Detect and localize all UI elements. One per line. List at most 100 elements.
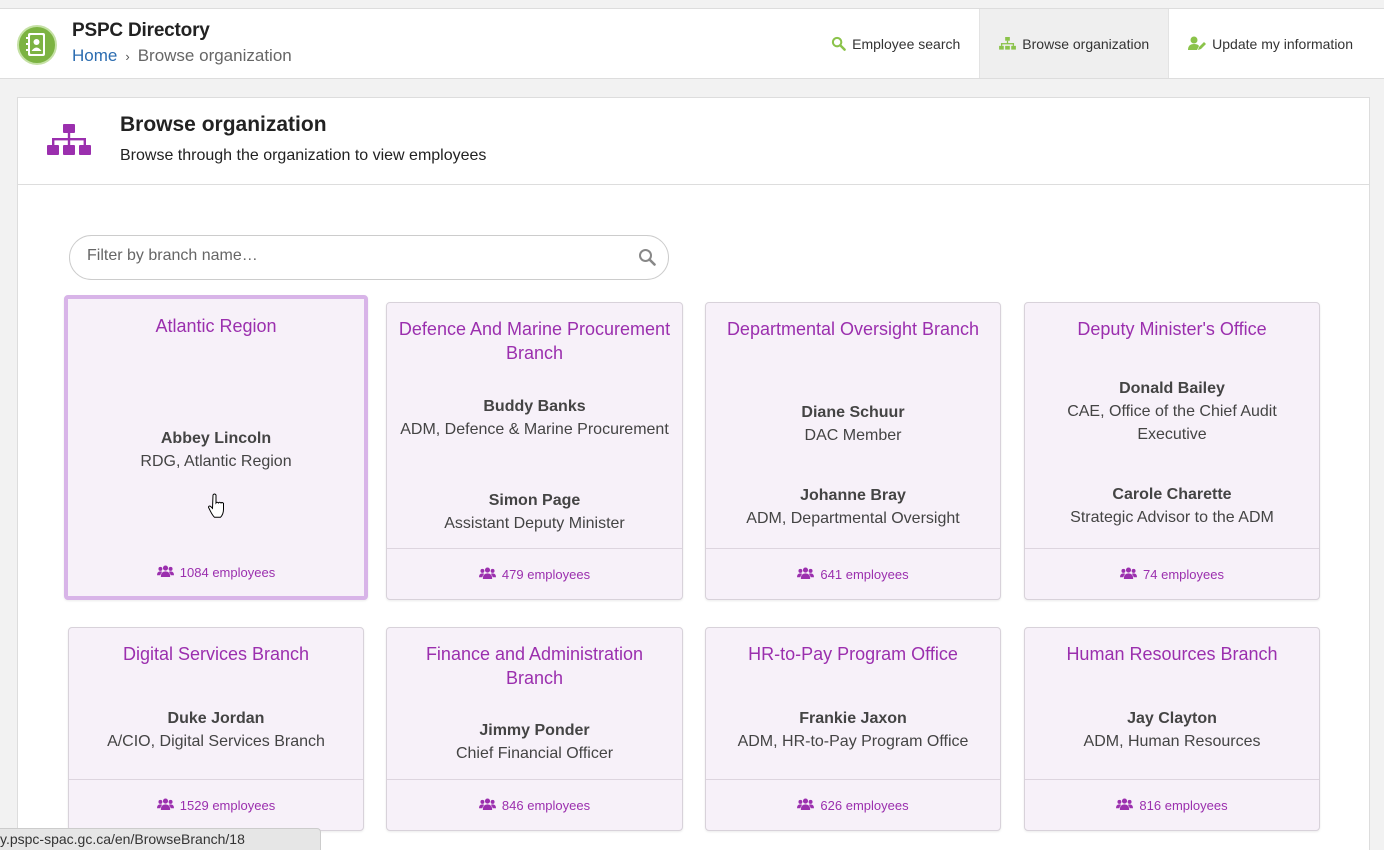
branch-contact: Carole Charette Strategic Advisor to the… (1031, 483, 1313, 529)
employee-count-label[interactable]: 74 employees (1143, 567, 1224, 582)
contact-role: DAC Member (804, 427, 902, 444)
contact-role: CAE, Office of the Chief Audit Executive (1067, 403, 1277, 443)
page-subtitle: Browse through the organization to view … (120, 147, 487, 164)
branch-contact: Frankie Jaxon ADM, HR-to-Pay Program Off… (712, 707, 994, 753)
branch-card-defence-marine[interactable]: Defence And Marine Procurement Branch Bu… (386, 302, 683, 600)
employee-count-label[interactable]: 816 employees (1139, 798, 1227, 813)
breadcrumb-home-link[interactable]: Home (72, 46, 117, 66)
panel-header: Browse organization Browse through the o… (18, 98, 1369, 185)
status-bar-url: y.pspc-spac.gc.ca/en/BrowseBranch/18 (0, 828, 321, 850)
hand-cursor-icon (207, 493, 226, 524)
app-header: PSPC Directory Home › Browse organizatio… (0, 8, 1384, 79)
contact-role: ADM, Departmental Oversight (746, 510, 960, 527)
employee-count: 1084 employees (68, 548, 364, 596)
users-icon (1120, 566, 1138, 582)
employee-count-label[interactable]: 1529 employees (180, 798, 275, 813)
branch-title[interactable]: Atlantic Region (76, 314, 356, 338)
org-chart-icon (999, 36, 1017, 51)
branch-title[interactable]: HR-to-Pay Program Office (714, 642, 992, 666)
contact-name[interactable]: Johanne Bray (712, 484, 994, 507)
breadcrumb: Home › Browse organization (72, 46, 292, 66)
branch-contact: Abbey Lincoln RDG, Atlantic Region (74, 427, 358, 473)
branch-title[interactable]: Finance and Administration Branch (395, 642, 674, 690)
contact-name[interactable]: Abbey Lincoln (74, 427, 358, 450)
branch-card-deputy-ministers-office[interactable]: Deputy Minister's Office Donald Bailey C… (1024, 302, 1320, 600)
contact-name[interactable]: Donald Bailey (1031, 377, 1313, 400)
branch-title[interactable]: Departmental Oversight Branch (714, 317, 992, 341)
contact-role: ADM, Defence & Marine Procurement (400, 421, 669, 438)
branch-contact: Donald Bailey CAE, Office of the Chief A… (1031, 377, 1313, 446)
employee-count-label[interactable]: 479 employees (502, 567, 590, 582)
branch-card-finance-administration[interactable]: Finance and Administration Branch Jimmy … (386, 627, 683, 831)
employee-count: 74 employees (1025, 548, 1319, 599)
branch-filter (69, 235, 669, 280)
search-icon (831, 36, 846, 51)
contact-name[interactable]: Frankie Jaxon (712, 707, 994, 730)
employee-count-label[interactable]: 846 employees (502, 798, 590, 813)
main-nav: Employee search Browse organization Upda… (812, 9, 1372, 78)
breadcrumb-current: Browse organization (137, 46, 292, 65)
nav-browse-organization[interactable]: Browse organization (979, 9, 1170, 78)
users-icon (156, 564, 174, 580)
contact-role: Chief Financial Officer (455, 745, 614, 762)
branch-title[interactable]: Human Resources Branch (1033, 642, 1311, 666)
app-title[interactable]: PSPC Directory (72, 20, 210, 42)
employee-count-label[interactable]: 1084 employees (180, 565, 275, 580)
employee-count: 479 employees (387, 548, 682, 599)
branch-title[interactable]: Defence And Marine Procurement Branch (395, 317, 674, 365)
org-chart-icon (47, 124, 91, 163)
nav-update-my-information[interactable]: Update my information (1169, 9, 1372, 78)
branch-card-departmental-oversight[interactable]: Departmental Oversight Branch Diane Schu… (705, 302, 1001, 600)
contact-name[interactable]: Duke Jordan (75, 707, 357, 730)
contact-role: Assistant Deputy Minister (444, 515, 625, 532)
contact-name[interactable]: Carole Charette (1031, 483, 1313, 506)
top-strip (0, 0, 1384, 8)
browse-panel: Browse organization Browse through the o… (17, 97, 1370, 850)
contact-role: ADM, Human Resources (1083, 733, 1261, 750)
branch-title[interactable]: Digital Services Branch (77, 642, 355, 666)
chevron-right-icon: › (125, 48, 130, 64)
branch-title[interactable]: Deputy Minister's Office (1033, 317, 1311, 341)
nav-employee-search[interactable]: Employee search (812, 9, 979, 78)
branch-contact: Simon Page Assistant Deputy Minister (393, 489, 676, 535)
branch-contact: Diane Schuur DAC Member (712, 401, 994, 447)
contact-role: RDG, Atlantic Region (140, 453, 292, 470)
users-icon (797, 566, 815, 582)
users-icon (478, 797, 496, 813)
employee-count: 1529 employees (69, 779, 363, 830)
employee-count: 846 employees (387, 779, 682, 830)
contact-name[interactable]: Jimmy Ponder (393, 719, 676, 742)
users-icon (1116, 797, 1134, 813)
branch-contact: Buddy Banks ADM, Defence & Marine Procur… (393, 395, 676, 441)
nav-employee-search-label: Employee search (852, 35, 961, 52)
branch-card-human-resources[interactable]: Human Resources Branch Jay Clayton ADM, … (1024, 627, 1320, 831)
employee-count: 816 employees (1025, 779, 1319, 830)
users-icon (797, 797, 815, 813)
branch-card-hr-to-pay[interactable]: HR-to-Pay Program Office Frankie Jaxon A… (705, 627, 1001, 831)
branch-contact: Duke Jordan A/CIO, Digital Services Bran… (75, 707, 357, 753)
branch-card-atlantic-region[interactable]: Atlantic Region Abbey Lincoln RDG, Atlan… (64, 295, 368, 600)
contact-role: A/CIO, Digital Services Branch (107, 733, 325, 750)
contact-name[interactable]: Simon Page (393, 489, 676, 512)
contact-name[interactable]: Buddy Banks (393, 395, 676, 418)
contact-role: ADM, HR-to-Pay Program Office (737, 733, 969, 750)
users-icon (478, 566, 496, 582)
branch-card-digital-services[interactable]: Digital Services Branch Duke Jordan A/CI… (68, 627, 364, 831)
users-icon (156, 797, 174, 813)
branch-contact: Jay Clayton ADM, Human Resources (1031, 707, 1313, 753)
branch-filter-input[interactable] (87, 247, 627, 265)
branch-contact: Jimmy Ponder Chief Financial Officer (393, 719, 676, 765)
contact-name[interactable]: Diane Schuur (712, 401, 994, 424)
branch-contact: Johanne Bray ADM, Departmental Oversight (712, 484, 994, 530)
employee-count-label[interactable]: 641 employees (820, 567, 908, 582)
employee-count: 641 employees (706, 548, 1000, 599)
search-icon[interactable] (638, 248, 656, 271)
contact-name[interactable]: Jay Clayton (1031, 707, 1313, 730)
directory-logo-icon[interactable] (17, 25, 57, 65)
nav-browse-organization-label: Browse organization (1022, 35, 1150, 52)
user-edit-icon (1188, 36, 1207, 51)
nav-update-my-information-label: Update my information (1212, 35, 1353, 52)
employee-count: 626 employees (706, 779, 1000, 830)
page-title: Browse organization (120, 113, 327, 136)
employee-count-label[interactable]: 626 employees (820, 798, 908, 813)
